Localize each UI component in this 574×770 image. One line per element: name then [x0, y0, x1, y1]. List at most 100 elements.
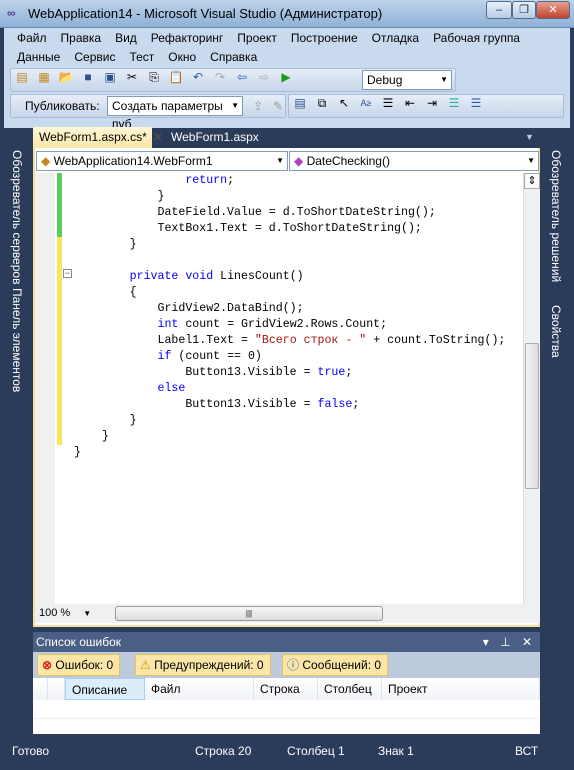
- menu-item[interactable]: Сервис: [67, 48, 122, 67]
- uncomment-icon[interactable]: ☰: [468, 95, 484, 111]
- server-explorer-tab[interactable]: Обозреватель серверов: [10, 150, 24, 284]
- panel-controls[interactable]: ▾ ⊥ ✕: [483, 632, 536, 652]
- menu-item[interactable]: Файл: [10, 29, 54, 48]
- properties-tab[interactable]: Свойства: [549, 305, 563, 358]
- menu-item[interactable]: Построение: [284, 29, 365, 48]
- method-icon: ◆: [294, 154, 304, 168]
- start-debug-icon[interactable]: ▶: [278, 69, 294, 85]
- code-token: GridView2.DataBind();: [74, 302, 304, 315]
- class-dropdown[interactable]: ◆ WebApplication14.WebForm1 ▼: [36, 151, 288, 171]
- parameter-info-icon[interactable]: ⧉: [314, 95, 330, 111]
- errors-filter-button[interactable]: ⊗ Ошибок: 0: [37, 654, 121, 676]
- toolbox-tab[interactable]: Панель элементов: [10, 288, 24, 392]
- restore-button[interactable]: ❐: [512, 1, 536, 19]
- vertical-scroll-thumb[interactable]: [525, 343, 539, 489]
- solution-config-select[interactable]: Debug ▼: [362, 70, 452, 90]
- column-header-description[interactable]: Описание: [65, 678, 145, 700]
- collapse-region-icon[interactable]: −: [63, 269, 72, 278]
- outdent-icon[interactable]: ☰: [380, 95, 396, 111]
- column-header-order[interactable]: [48, 678, 65, 700]
- code-token: }: [74, 430, 109, 443]
- publish-settings-icon[interactable]: ✎: [270, 98, 286, 114]
- publish-label: Публиковать:: [25, 99, 100, 113]
- chevron-down-icon: ▼: [440, 75, 448, 84]
- menu-item[interactable]: Вид: [108, 29, 144, 48]
- menu-item[interactable]: Рабочая группа: [426, 29, 527, 48]
- column-header-column[interactable]: Столбец: [318, 678, 382, 700]
- class-value: WebApplication14.WebForm1: [53, 154, 213, 168]
- messages-count: Сообщений: 0: [302, 658, 382, 672]
- cut-icon[interactable]: ✂: [124, 69, 140, 85]
- status-insert-mode: ВСТ: [515, 744, 539, 758]
- menu-item[interactable]: Данные: [10, 48, 67, 67]
- tab-webform1-aspx[interactable]: WebForm1.aspx: [165, 127, 265, 148]
- publish-profile-select[interactable]: Создать параметры пуб ▼: [107, 96, 243, 131]
- comment-icon[interactable]: ☰: [446, 95, 462, 111]
- minimize-button[interactable]: ‒: [486, 1, 512, 19]
- code-editor: ◆ WebApplication14.WebForm1 ▼ ◆ DateCheck…: [33, 148, 540, 627]
- warnings-count: Предупреждений: 0: [154, 658, 264, 672]
- menu-item[interactable]: Рефакторинг: [144, 29, 231, 48]
- menu-item[interactable]: Отладка: [365, 29, 426, 48]
- paste-icon[interactable]: 📋: [168, 69, 184, 85]
- status-bar: Готово Строка 20 Столбец 1 Знак 1 ВСТ: [0, 740, 574, 762]
- column-header-project[interactable]: Проект: [382, 678, 540, 700]
- status-line: Строка 20: [195, 744, 252, 758]
- menu-item[interactable]: Справка: [203, 48, 264, 67]
- member-dropdown[interactable]: ◆ DateChecking() ▼: [289, 151, 539, 171]
- tab-list-chevron-icon[interactable]: ▼: [519, 127, 540, 148]
- decrease-indent-icon[interactable]: ⇤: [402, 95, 418, 111]
- open-icon[interactable]: 📂: [58, 69, 74, 85]
- navigate-forward-icon[interactable]: ⇨: [256, 69, 272, 85]
- code-line: private void LinesCount(): [74, 269, 304, 285]
- code-token: else: [157, 382, 186, 395]
- menu-item[interactable]: Проект: [230, 29, 284, 48]
- code-line: int count = GridView2.Rows.Count;: [74, 317, 388, 333]
- save-all-icon[interactable]: ▣: [102, 69, 118, 85]
- save-icon[interactable]: ■: [80, 69, 96, 85]
- column-header-line[interactable]: Строка: [254, 678, 318, 700]
- redo-icon[interactable]: ↷: [212, 69, 228, 85]
- code-token: Button13.Visible =: [74, 398, 318, 411]
- copy-icon[interactable]: ⎘: [146, 69, 162, 85]
- column-header-file[interactable]: Файл: [145, 678, 254, 700]
- zoom-level-select[interactable]: 100 % ▼: [39, 607, 91, 619]
- unsaved-changes-marker: [57, 237, 62, 445]
- publish-web-icon[interactable]: ⇪: [250, 98, 266, 114]
- undo-icon[interactable]: ↶: [190, 69, 206, 85]
- code-line: DateField.Value = d.ToShortDateString();: [74, 205, 435, 221]
- code-token: (count == 0): [171, 350, 262, 363]
- warnings-filter-button[interactable]: ⚠ Предупреждений: 0: [135, 654, 271, 676]
- menu-item[interactable]: Окно: [161, 48, 203, 67]
- code-token: return: [185, 174, 228, 187]
- error-list-panel: Список ошибок ▾ ⊥ ✕ ⊗ Ошибок: 0 ⚠ Предупр…: [33, 632, 540, 734]
- new-project-icon[interactable]: ▤: [14, 69, 30, 85]
- increase-indent-icon[interactable]: ⇥: [424, 95, 440, 111]
- code-line: Button13.Visible = false;: [74, 397, 359, 413]
- split-window-icon[interactable]: ⇕: [524, 173, 540, 189]
- close-tab-icon[interactable]: ✕: [153, 130, 163, 144]
- zoom-value: 100 %: [39, 607, 71, 619]
- word-complete-icon[interactable]: A≥: [358, 95, 374, 111]
- menu-item[interactable]: Правка: [54, 29, 109, 48]
- add-item-icon[interactable]: ▦: [36, 69, 52, 85]
- object-members-icon[interactable]: ▤: [292, 95, 308, 111]
- solution-explorer-tab[interactable]: Обозреватель решений: [549, 150, 563, 282]
- error-list-title: Список ошибок ▾ ⊥ ✕: [33, 632, 540, 652]
- tab-webform1-aspx-cs[interactable]: WebForm1.aspx.cs* ✕: [33, 127, 163, 148]
- errors-count: Ошибок: 0: [55, 658, 114, 672]
- code-token: if: [157, 350, 172, 363]
- code-area[interactable]: − return; } DateField.Value = d.ToShortD…: [35, 173, 523, 604]
- menu-item[interactable]: Тест: [122, 48, 161, 67]
- code-line: }: [74, 237, 137, 253]
- code-line: if (count == 0): [74, 349, 262, 365]
- close-button[interactable]: ✕: [536, 1, 570, 19]
- quick-info-icon[interactable]: ↖: [336, 95, 352, 111]
- vertical-scrollbar[interactable]: ⇕: [523, 173, 540, 604]
- horizontal-scroll-thumb[interactable]: |||: [115, 606, 383, 621]
- messages-filter-button[interactable]: ⓘ Сообщений: 0: [282, 654, 389, 676]
- navigate-back-icon[interactable]: ⇦: [234, 69, 250, 85]
- code-line: }: [74, 429, 109, 445]
